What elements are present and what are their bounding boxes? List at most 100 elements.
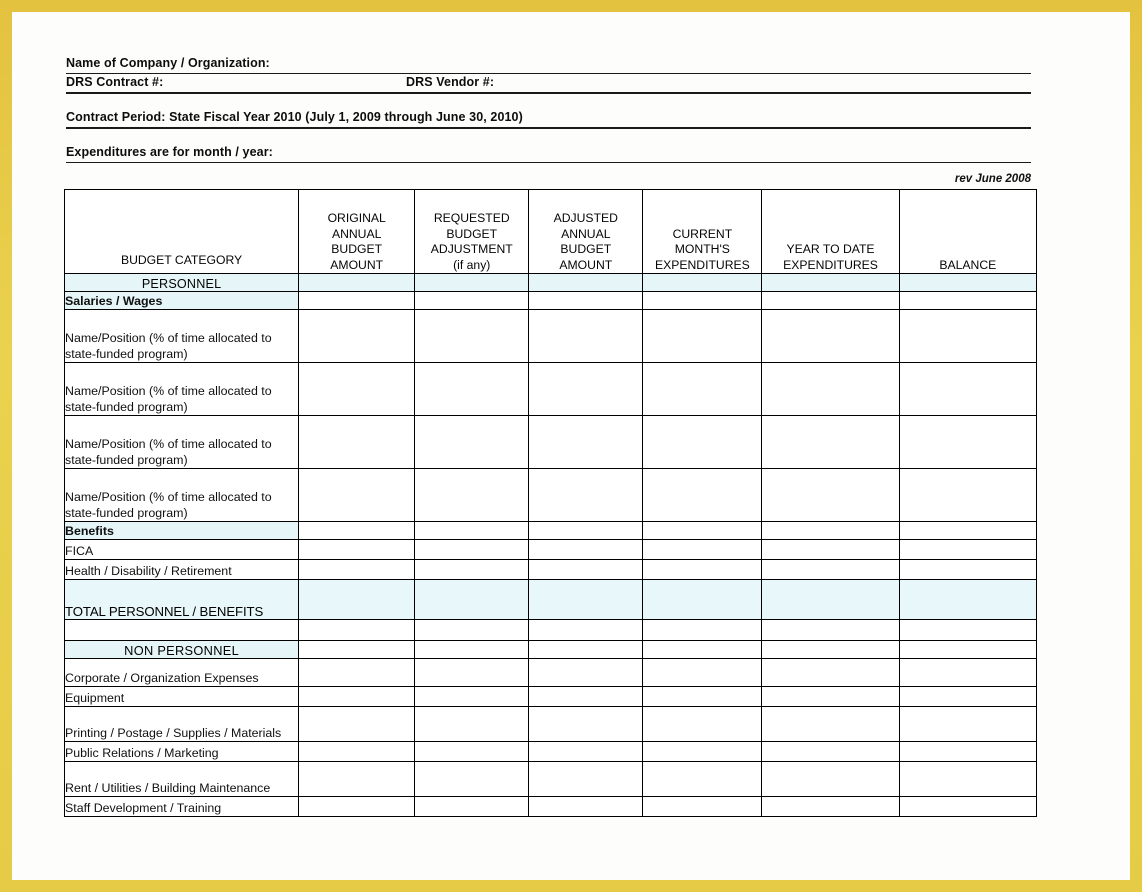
cell-printing-current[interactable] — [642, 706, 763, 742]
cell-np2-ytd[interactable] — [761, 362, 900, 416]
cell-rent-ytd[interactable] — [761, 761, 900, 797]
cell-personnel-ytd[interactable] — [761, 273, 900, 292]
cell-salaries-adjusted[interactable] — [528, 291, 644, 310]
cell-separator-adjusted[interactable] — [528, 619, 644, 641]
cell-staff-original[interactable] — [298, 796, 416, 817]
cell-rent-adjusted[interactable] — [528, 761, 644, 797]
cell-personnel-balance[interactable] — [898, 273, 1038, 292]
cell-np1-balance[interactable] — [898, 309, 1038, 363]
cell-fica-current[interactable] — [642, 539, 763, 560]
cell-fica-requested[interactable] — [414, 539, 530, 560]
cell-health-adjusted[interactable] — [528, 559, 644, 580]
cell-personnel-current[interactable] — [642, 273, 763, 292]
cell-salaries-current[interactable] — [642, 291, 763, 310]
cell-health-ytd[interactable] — [761, 559, 900, 580]
cell-staff-ytd[interactable] — [761, 796, 900, 817]
cell-nonpersonnel-balance[interactable] — [898, 640, 1038, 659]
cell-personnel-requested[interactable] — [414, 273, 530, 292]
cell-np3-ytd[interactable] — [761, 415, 900, 469]
cell-np3-adjusted[interactable] — [528, 415, 644, 469]
cell-pr-adjusted[interactable] — [528, 741, 644, 762]
cell-benefits-requested[interactable] — [414, 521, 530, 540]
cell-total-requested[interactable] — [414, 579, 530, 620]
cell-salaries-ytd[interactable] — [761, 291, 900, 310]
cell-pr-requested[interactable] — [414, 741, 530, 762]
cell-equipment-requested[interactable] — [414, 686, 530, 707]
cell-nonpersonnel-original[interactable] — [298, 640, 416, 659]
cell-salaries-requested[interactable] — [414, 291, 530, 310]
cell-np4-adjusted[interactable] — [528, 468, 644, 522]
cell-np1-ytd[interactable] — [761, 309, 900, 363]
cell-benefits-ytd[interactable] — [761, 521, 900, 540]
cell-personnel-adjusted[interactable] — [528, 273, 644, 292]
cell-np1-original[interactable] — [298, 309, 416, 363]
cell-health-requested[interactable] — [414, 559, 530, 580]
cell-rent-requested[interactable] — [414, 761, 530, 797]
cell-np1-adjusted[interactable] — [528, 309, 644, 363]
cell-np2-balance[interactable] — [898, 362, 1038, 416]
cell-equipment-balance[interactable] — [898, 686, 1038, 707]
cell-benefits-original[interactable] — [298, 521, 416, 540]
cell-fica-ytd[interactable] — [761, 539, 900, 560]
cell-np4-original[interactable] — [298, 468, 416, 522]
cell-total-original[interactable] — [298, 579, 416, 620]
cell-corporate-current[interactable] — [642, 658, 763, 687]
field-contract-number[interactable]: DRS Contract #: DRS Vendor #: — [66, 74, 1031, 92]
field-expenditure-month-year[interactable]: Expenditures are for month / year: — [66, 144, 1031, 162]
cell-pr-current[interactable] — [642, 741, 763, 762]
cell-nonpersonnel-requested[interactable] — [414, 640, 530, 659]
cell-printing-ytd[interactable] — [761, 706, 900, 742]
cell-corporate-original[interactable] — [298, 658, 416, 687]
cell-benefits-adjusted[interactable] — [528, 521, 644, 540]
cell-separator-requested[interactable] — [414, 619, 530, 641]
cell-personnel-original[interactable] — [298, 273, 416, 292]
cell-corporate-balance[interactable] — [898, 658, 1038, 687]
cell-np4-current[interactable] — [642, 468, 763, 522]
cell-separator-balance[interactable] — [898, 619, 1038, 641]
cell-np2-requested[interactable] — [414, 362, 530, 416]
cell-rent-current[interactable] — [642, 761, 763, 797]
cell-pr-ytd[interactable] — [761, 741, 900, 762]
cell-equipment-current[interactable] — [642, 686, 763, 707]
cell-fica-balance[interactable] — [898, 539, 1038, 560]
cell-np4-balance[interactable] — [898, 468, 1038, 522]
cell-np3-original[interactable] — [298, 415, 416, 469]
cell-np3-requested[interactable] — [414, 415, 530, 469]
cell-health-balance[interactable] — [898, 559, 1038, 580]
cell-separator-original[interactable] — [298, 619, 416, 641]
cell-np3-current[interactable] — [642, 415, 763, 469]
cell-np2-current[interactable] — [642, 362, 763, 416]
cell-health-current[interactable] — [642, 559, 763, 580]
cell-printing-adjusted[interactable] — [528, 706, 644, 742]
cell-staff-current[interactable] — [642, 796, 763, 817]
cell-equipment-original[interactable] — [298, 686, 416, 707]
cell-fica-adjusted[interactable] — [528, 539, 644, 560]
cell-equipment-ytd[interactable] — [761, 686, 900, 707]
cell-pr-original[interactable] — [298, 741, 416, 762]
cell-salaries-original[interactable] — [298, 291, 416, 310]
cell-rent-balance[interactable] — [898, 761, 1038, 797]
cell-total-ytd[interactable] — [761, 579, 900, 620]
cell-total-adjusted[interactable] — [528, 579, 644, 620]
cell-printing-original[interactable] — [298, 706, 416, 742]
cell-nonpersonnel-ytd[interactable] — [761, 640, 900, 659]
cell-staff-requested[interactable] — [414, 796, 530, 817]
cell-corporate-requested[interactable] — [414, 658, 530, 687]
cell-total-current[interactable] — [642, 579, 763, 620]
cell-nonpersonnel-current[interactable] — [642, 640, 763, 659]
field-company-name[interactable]: Name of Company / Organization: — [66, 55, 1031, 73]
cell-benefits-current[interactable] — [642, 521, 763, 540]
cell-corporate-adjusted[interactable] — [528, 658, 644, 687]
cell-rent-original[interactable] — [298, 761, 416, 797]
cell-fica-original[interactable] — [298, 539, 416, 560]
cell-pr-balance[interactable] — [898, 741, 1038, 762]
cell-nonpersonnel-adjusted[interactable] — [528, 640, 644, 659]
cell-staff-adjusted[interactable] — [528, 796, 644, 817]
cell-equipment-adjusted[interactable] — [528, 686, 644, 707]
cell-np1-current[interactable] — [642, 309, 763, 363]
cell-printing-balance[interactable] — [898, 706, 1038, 742]
cell-np1-requested[interactable] — [414, 309, 530, 363]
cell-benefits-balance[interactable] — [898, 521, 1038, 540]
cell-np4-requested[interactable] — [414, 468, 530, 522]
cell-np2-original[interactable] — [298, 362, 416, 416]
